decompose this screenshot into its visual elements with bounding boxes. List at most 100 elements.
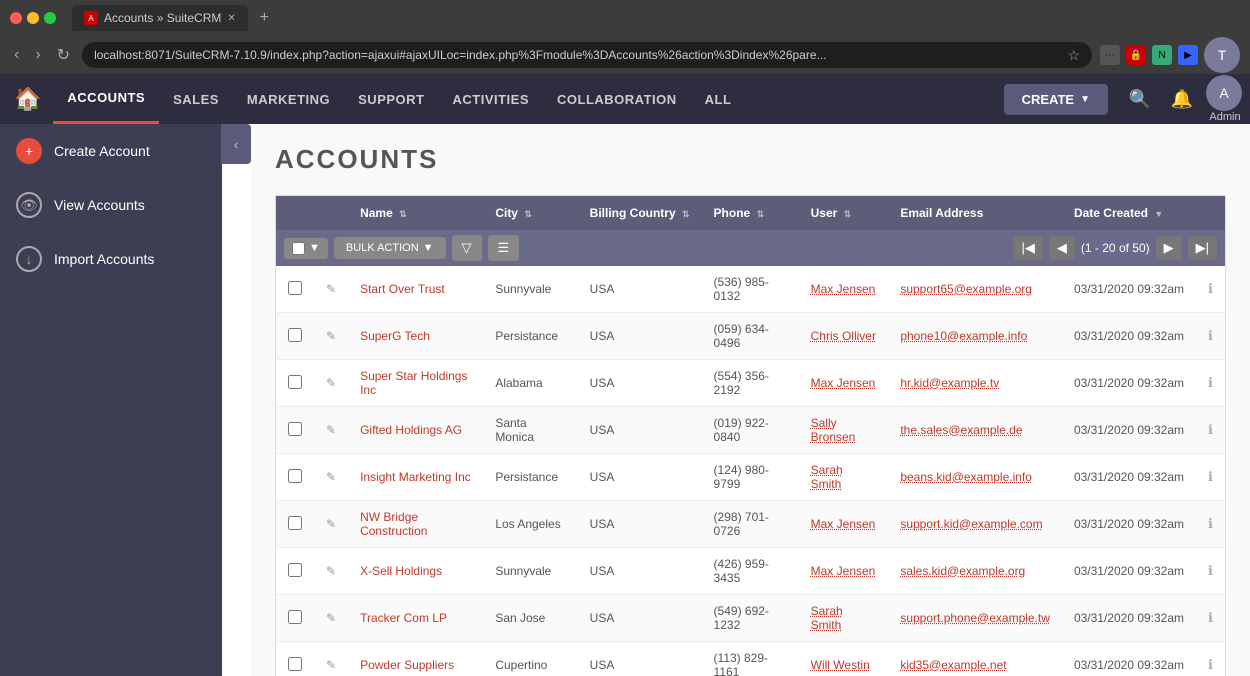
user-link-2[interactable]: Max Jensen — [811, 376, 876, 390]
forward-btn[interactable]: › — [31, 42, 44, 68]
search-icon-btn[interactable]: 🔍 — [1122, 81, 1158, 117]
sidebar-item-create-account[interactable]: + Create Account — [0, 124, 222, 178]
admin-profile-group[interactable]: A Admin — [1206, 75, 1242, 123]
info-icon-1[interactable]: ℹ — [1208, 328, 1213, 343]
col-name[interactable]: Name ⇅ — [348, 196, 483, 230]
extension-1[interactable]: ⋯ — [1100, 45, 1120, 65]
user-link-7[interactable]: Sarah Smith — [811, 604, 843, 632]
col-phone[interactable]: Phone ⇅ — [702, 196, 799, 230]
email-link-7[interactable]: support.phone@example.tw — [900, 611, 1050, 625]
sidebar-collapse-btn[interactable]: ‹ — [221, 124, 251, 164]
info-icon-4[interactable]: ℹ — [1208, 469, 1213, 484]
pagination-next-btn[interactable]: ▶ — [1156, 236, 1182, 260]
account-name-6[interactable]: X-Sell Holdings — [360, 564, 442, 578]
maximize-window-btn[interactable] — [44, 12, 56, 24]
user-link-1[interactable]: Chris Olliver — [811, 329, 876, 343]
nav-marketing[interactable]: MARKETING — [233, 74, 344, 124]
row-checkbox-3[interactable] — [288, 422, 302, 436]
row-checkbox-7[interactable] — [288, 610, 302, 624]
extension-4[interactable]: ▶ — [1178, 45, 1198, 65]
info-icon-7[interactable]: ℹ — [1208, 610, 1213, 625]
edit-icon-6[interactable]: ✎ — [326, 564, 336, 578]
col-email[interactable]: Email Address — [888, 196, 1062, 230]
account-name-1[interactable]: SuperG Tech — [360, 329, 430, 343]
row-checkbox-5[interactable] — [288, 516, 302, 530]
nav-activities[interactable]: ACTIVITIES — [438, 74, 543, 124]
nav-all[interactable]: ALL — [691, 74, 746, 124]
user-link-5[interactable]: Max Jensen — [811, 517, 876, 531]
info-icon-5[interactable]: ℹ — [1208, 516, 1213, 531]
user-link-6[interactable]: Max Jensen — [811, 564, 876, 578]
edit-icon-5[interactable]: ✎ — [326, 517, 336, 531]
row-select-dropdown[interactable]: ▼ — [284, 238, 328, 259]
nav-collaboration[interactable]: COLLABORATION — [543, 74, 691, 124]
email-link-2[interactable]: hr.kid@example.tv — [900, 376, 999, 390]
nav-accounts[interactable]: ACCOUNTS — [53, 74, 159, 124]
edit-icon-2[interactable]: ✎ — [326, 376, 336, 390]
info-icon-3[interactable]: ℹ — [1208, 422, 1213, 437]
reload-btn[interactable]: ↻ — [53, 41, 74, 69]
email-link-0[interactable]: support65@example.org — [900, 282, 1032, 296]
sidebar-item-import-accounts[interactable]: ↓ Import Accounts — [0, 232, 222, 286]
info-icon-0[interactable]: ℹ — [1208, 281, 1213, 296]
info-icon-2[interactable]: ℹ — [1208, 375, 1213, 390]
email-link-1[interactable]: phone10@example.info — [900, 329, 1027, 343]
col-city[interactable]: City ⇅ — [483, 196, 577, 230]
browser-profile-avatar[interactable]: T — [1204, 37, 1240, 73]
row-checkbox-0[interactable] — [288, 281, 302, 295]
filter-btn[interactable]: ▽ — [452, 235, 482, 261]
pagination-first-btn[interactable]: |◀ — [1014, 236, 1043, 260]
list-view-btn[interactable]: ☰ — [488, 235, 520, 261]
row-checkbox-8[interactable] — [288, 657, 302, 671]
row-checkbox-2[interactable] — [288, 375, 302, 389]
tab-close-btn[interactable]: ✕ — [227, 13, 235, 24]
email-link-8[interactable]: kid35@example.net — [900, 658, 1006, 672]
extension-2[interactable]: 🔒 — [1126, 45, 1146, 65]
email-link-5[interactable]: support.kid@example.com — [900, 517, 1042, 531]
row-checkbox-4[interactable] — [288, 469, 302, 483]
close-window-btn[interactable] — [10, 12, 22, 24]
account-name-3[interactable]: Gifted Holdings AG — [360, 423, 462, 437]
email-link-4[interactable]: beans.kid@example.info — [900, 470, 1032, 484]
edit-icon-3[interactable]: ✎ — [326, 423, 336, 437]
col-user[interactable]: User ⇅ — [799, 196, 889, 230]
info-icon-6[interactable]: ℹ — [1208, 563, 1213, 578]
col-billing-country[interactable]: Billing Country ⇅ — [578, 196, 702, 230]
pagination-last-btn[interactable]: ▶| — [1188, 236, 1217, 260]
account-name-0[interactable]: Start Over Trust — [360, 282, 445, 296]
user-link-4[interactable]: Sarah Smith — [811, 463, 843, 491]
admin-avatar[interactable]: A — [1206, 75, 1242, 111]
edit-icon-8[interactable]: ✎ — [326, 658, 336, 672]
edit-icon-1[interactable]: ✎ — [326, 329, 336, 343]
edit-icon-7[interactable]: ✎ — [326, 611, 336, 625]
create-button[interactable]: CREATE ▼ — [1004, 84, 1108, 115]
new-tab-btn[interactable]: + — [260, 9, 269, 27]
account-name-5[interactable]: NW Bridge Construction — [360, 510, 427, 538]
sidebar-item-view-accounts[interactable]: 👁 View Accounts — [0, 178, 222, 232]
edit-icon-0[interactable]: ✎ — [326, 282, 336, 296]
account-name-7[interactable]: Tracker Com LP — [360, 611, 447, 625]
extension-3[interactable]: N — [1152, 45, 1172, 65]
back-btn[interactable]: ‹ — [10, 42, 23, 68]
edit-icon-4[interactable]: ✎ — [326, 470, 336, 484]
address-bar[interactable]: localhost:8071/SuiteCRM-7.10.9/index.php… — [82, 42, 1092, 68]
pagination-prev-btn[interactable]: ◀ — [1049, 236, 1075, 260]
nav-sales[interactable]: SALES — [159, 74, 233, 124]
user-link-8[interactable]: Will Westin — [811, 658, 870, 672]
account-name-4[interactable]: Insight Marketing Inc — [360, 470, 471, 484]
info-icon-8[interactable]: ℹ — [1208, 657, 1213, 672]
col-date-created[interactable]: Date Created ▼ — [1062, 196, 1196, 230]
select-all-checkbox[interactable] — [292, 242, 305, 255]
nav-support[interactable]: SUPPORT — [344, 74, 438, 124]
minimize-window-btn[interactable] — [27, 12, 39, 24]
bookmark-icon[interactable]: ☆ — [1067, 47, 1080, 64]
notifications-icon-btn[interactable]: 🔔 — [1164, 81, 1200, 117]
user-link-0[interactable]: Max Jensen — [811, 282, 876, 296]
account-name-8[interactable]: Powder Suppliers — [360, 658, 454, 672]
browser-tab[interactable]: A Accounts » SuiteCRM ✕ — [72, 5, 248, 31]
email-link-6[interactable]: sales.kid@example.org — [900, 564, 1025, 578]
app-logo-icon[interactable]: 🏠 — [14, 86, 41, 112]
user-link-3[interactable]: Sally Bronsen — [811, 416, 856, 444]
row-checkbox-1[interactable] — [288, 328, 302, 342]
bulk-action-btn[interactable]: BULK ACTION ▼ — [334, 237, 446, 259]
